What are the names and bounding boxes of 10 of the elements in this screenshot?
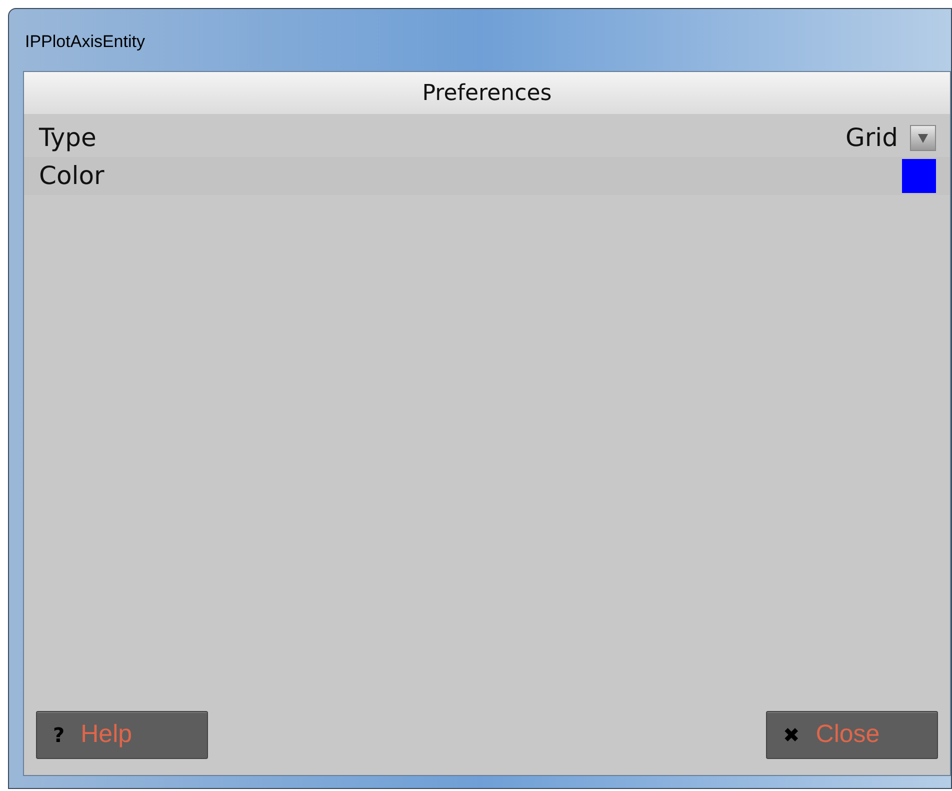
dialog-button[interactable]: ? Help	[36, 711, 208, 759]
color-swatch[interactable]	[902, 159, 936, 193]
dropdown-button[interactable]	[910, 125, 936, 151]
window-title: IPPlotAxisEntity	[25, 31, 145, 54]
dialog-button[interactable]: ✖ Close	[766, 711, 938, 759]
property-label: Type	[39, 122, 96, 154]
type-value: Grid	[846, 122, 898, 154]
panel-title: Preferences	[422, 80, 552, 108]
property-label: Color	[39, 160, 104, 192]
caret-icon	[917, 132, 929, 144]
